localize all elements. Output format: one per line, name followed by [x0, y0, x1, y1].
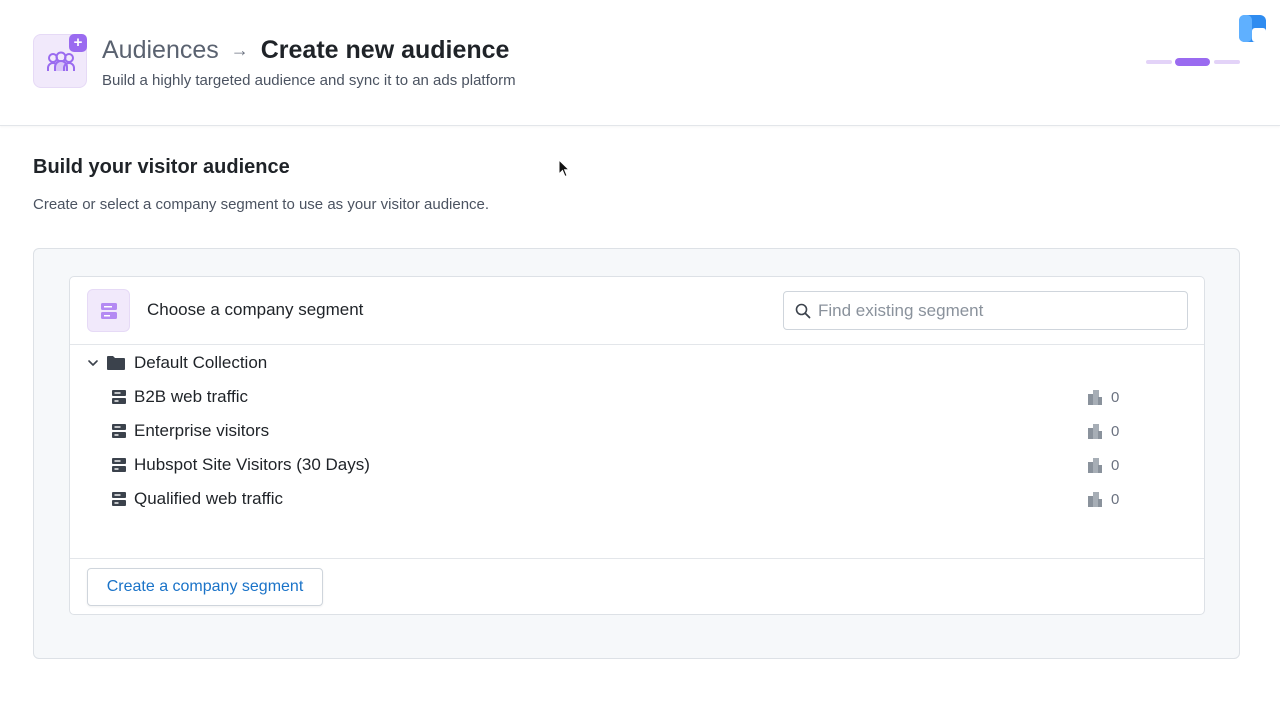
segment-list-icon: [112, 390, 126, 404]
mouse-cursor-icon: [558, 159, 570, 178]
folder-icon: [107, 356, 125, 370]
audience-add-icon: +: [33, 34, 87, 88]
collection-label: Default Collection: [134, 353, 268, 372]
segment-label: Enterprise visitors: [134, 421, 270, 440]
page-header: + Audiences → Create new audience Build …: [0, 0, 1280, 126]
audience-builder-panel: Choose a company segment Default Collect…: [33, 248, 1240, 659]
segment-row[interactable]: Hubspot Site Visitors (30 Days) 0: [70, 448, 1204, 482]
segment-row[interactable]: Qualified web traffic 0: [70, 482, 1204, 516]
segment-picker-title: Choose a company segment: [147, 300, 364, 319]
arrow-right-icon: →: [230, 39, 249, 60]
segment-icon: [87, 289, 130, 332]
page-subtitle: Build a highly targeted audience and syn…: [102, 72, 516, 89]
section-title: Build your visitor audience: [33, 156, 290, 178]
section-description: Create or select a company segment to us…: [33, 196, 490, 213]
segment-label: Qualified web traffic: [134, 489, 283, 508]
step-progress-indicator: [1146, 58, 1241, 66]
segment-picker-header: Choose a company segment: [70, 277, 1204, 345]
segment-label: Hubspot Site Visitors (30 Days): [134, 455, 370, 474]
step-1-indicator: [1146, 60, 1172, 64]
segment-label: B2B web traffic: [134, 387, 249, 406]
collection-row[interactable]: Default Collection: [70, 346, 1204, 380]
brand-logo-icon: [1239, 15, 1266, 42]
step-3-indicator: [1214, 60, 1240, 64]
breadcrumb-audiences-link[interactable]: Audiences: [102, 36, 219, 65]
breadcrumb: Audiences → Create new audience: [102, 33, 509, 67]
buildings-icon: [1088, 492, 1102, 507]
segment-list-icon: [112, 458, 126, 472]
segment-list-icon: [112, 424, 126, 438]
company-count: 0: [1111, 423, 1120, 440]
plus-icon: +: [69, 34, 87, 52]
company-count: 0: [1111, 457, 1120, 474]
search-icon: [795, 303, 811, 319]
buildings-icon: [1088, 390, 1102, 405]
segment-row[interactable]: Enterprise visitors 0: [70, 414, 1204, 448]
company-count: 0: [1111, 491, 1120, 508]
step-2-indicator: [1175, 58, 1210, 66]
segment-picker-card: Choose a company segment Default Collect…: [69, 276, 1205, 615]
chevron-down-icon[interactable]: [87, 357, 99, 369]
buildings-icon: [1088, 458, 1102, 473]
create-company-segment-button[interactable]: Create a company segment: [87, 568, 323, 606]
buildings-icon: [1088, 424, 1102, 439]
segment-row[interactable]: B2B web traffic 0: [70, 380, 1204, 414]
search-input[interactable]: [818, 292, 1178, 329]
company-count: 0: [1111, 389, 1120, 406]
segment-picker-footer: Create a company segment: [70, 558, 1204, 615]
segment-list-icon: [112, 492, 126, 506]
page-title: Create new audience: [260, 35, 510, 64]
segment-search[interactable]: [783, 291, 1188, 330]
